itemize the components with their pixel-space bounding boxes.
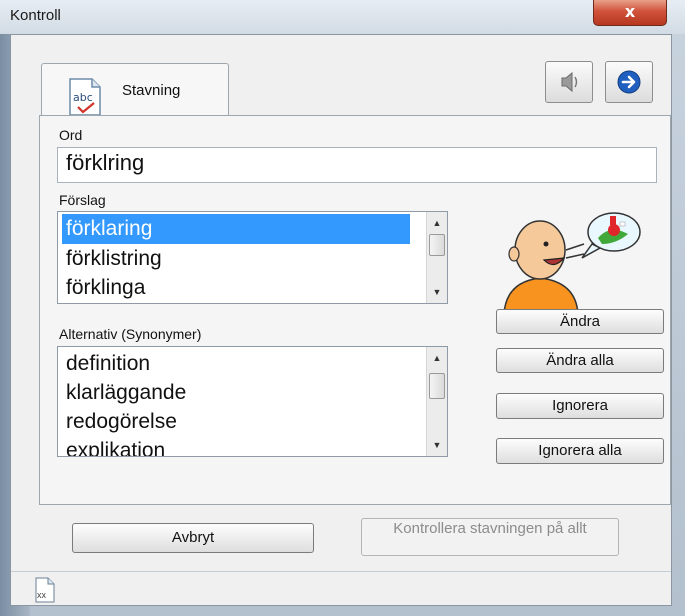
status-divider (11, 571, 671, 572)
next-button[interactable] (605, 61, 653, 103)
scroll-thumb[interactable] (429, 234, 445, 256)
arrow-right-icon (617, 70, 641, 94)
list-item[interactable]: klarläggande (62, 378, 186, 408)
word-input[interactable]: förklring (57, 147, 657, 183)
speaking-person-icon (503, 212, 641, 314)
tab-label: Stavning (122, 82, 181, 99)
ignore-all-button[interactable]: Ignorera alla (496, 438, 664, 464)
suggestions-label: Förslag (59, 192, 106, 208)
speak-button[interactable] (545, 61, 593, 103)
svg-text:abc: abc (73, 91, 93, 104)
scroll-up-icon[interactable]: ▲ (427, 214, 447, 232)
word-label: Ord (59, 127, 83, 143)
word-input-value: förklring (66, 150, 145, 175)
scroll-down-icon[interactable]: ▼ (427, 436, 447, 454)
list-item[interactable]: explikation (62, 436, 165, 456)
window-title: Kontroll (10, 7, 61, 24)
suggestions-scrollbar[interactable]: ▲ ▼ (426, 212, 447, 303)
spellcheck-icon: abc (69, 78, 101, 116)
list-item[interactable]: förklinga (62, 273, 145, 303)
speaker-icon (561, 71, 578, 93)
cancel-button[interactable]: Avbryt (72, 523, 314, 553)
check-all-button[interactable]: Kontrollera stavningen på allt (361, 518, 619, 556)
scroll-thumb[interactable] (429, 373, 445, 399)
list-item[interactable]: förklaring (62, 214, 410, 244)
dialog-client-area: abc Stavning Ord förklring Förslag förkl… (10, 34, 672, 606)
alternatives-scrollbar[interactable]: ▲ ▼ (426, 347, 447, 456)
list-item[interactable]: redogörelse (62, 407, 177, 437)
change-all-button[interactable]: Ändra alla (496, 348, 664, 373)
dialog-window: Kontroll x abc Stavning Ord förklring Fö… (0, 0, 685, 616)
ignore-button[interactable]: Ignorera (496, 393, 664, 419)
close-button[interactable]: x (593, 0, 667, 26)
alternatives-list[interactable]: definition klarläggande redogörelse expl… (57, 346, 448, 457)
scroll-up-icon[interactable]: ▲ (427, 349, 447, 367)
title-bar[interactable]: Kontroll x (0, 0, 685, 34)
alternatives-label: Alternativ (Synonymer) (59, 326, 202, 342)
document-icon-label: xx (37, 590, 46, 600)
list-item[interactable]: definition (62, 349, 150, 379)
scroll-down-icon[interactable]: ▼ (427, 283, 447, 301)
change-button[interactable]: Ändra (496, 309, 664, 334)
close-icon: x (624, 2, 636, 21)
suggestions-list[interactable]: förklaring förklistring förklinga ▲ ▼ (57, 211, 448, 304)
list-item[interactable]: förklistring (62, 244, 162, 274)
spelling-panel: Ord förklring Förslag förklaring förklis… (39, 115, 671, 505)
